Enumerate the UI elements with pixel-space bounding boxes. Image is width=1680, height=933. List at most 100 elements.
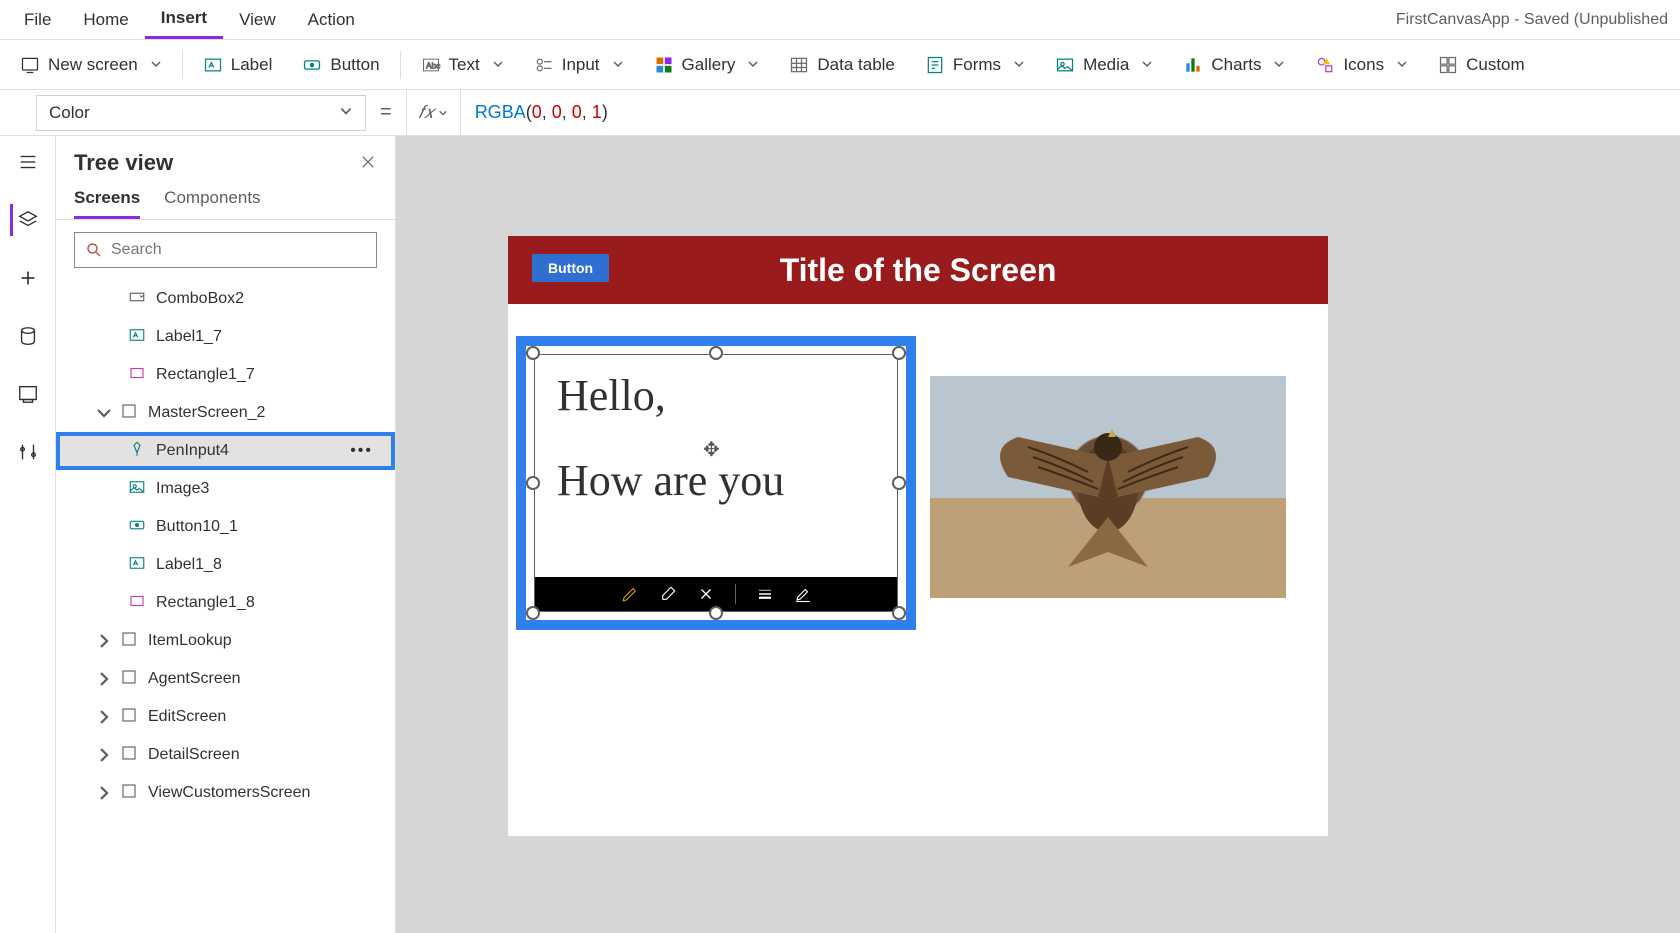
- menu-home[interactable]: Home: [67, 0, 144, 39]
- table-icon: [789, 55, 809, 75]
- data-table-button[interactable]: Data table: [775, 45, 909, 85]
- tree-item-label: PenInput4: [156, 442, 229, 460]
- tree-item-label1_8[interactable]: Label1_8: [56, 546, 395, 584]
- rail-data[interactable]: [12, 320, 44, 352]
- chevron-right-icon[interactable]: [98, 670, 110, 688]
- tree-item-viewcustomersscreen[interactable]: ViewCustomersScreen: [56, 774, 395, 812]
- falcon-image: [958, 387, 1258, 587]
- tree-item-label: DetailScreen: [148, 746, 240, 764]
- rail-insert[interactable]: [12, 262, 44, 294]
- screen-icon: [120, 744, 138, 767]
- tree-item-rectangle1_7[interactable]: Rectangle1_7: [56, 356, 395, 394]
- more-icon[interactable]: •••: [350, 442, 373, 460]
- tree-item-label1_7[interactable]: Label1_7: [56, 318, 395, 356]
- fx-button[interactable]: 𝑓𝑥: [407, 90, 461, 135]
- label-button[interactable]: Label: [189, 45, 287, 85]
- tree-search[interactable]: [74, 232, 377, 268]
- screen-icon: [120, 668, 138, 691]
- design-surface[interactable]: Button Title of the Screen Hello, How ar…: [508, 236, 1328, 836]
- image-control[interactable]: [930, 376, 1286, 598]
- label-icon: [128, 326, 146, 349]
- tab-screens[interactable]: Screens: [74, 188, 140, 219]
- pen-erase-icon[interactable]: [659, 585, 677, 603]
- tree-item-label: ViewCustomersScreen: [148, 784, 310, 802]
- tree-item-label: Label1_8: [156, 556, 222, 574]
- media-dropdown[interactable]: Media: [1041, 45, 1167, 85]
- canvas[interactable]: Button Title of the Screen Hello, How ar…: [396, 136, 1680, 933]
- peninput-control-selected[interactable]: Hello, How are you ✥: [516, 336, 916, 630]
- rail-hamburger[interactable]: [12, 146, 44, 178]
- ink-text-1: Hello,: [557, 373, 666, 419]
- property-selector[interactable]: Color: [36, 95, 366, 131]
- button-button[interactable]: Button: [288, 45, 393, 85]
- forms-dropdown[interactable]: Forms: [911, 45, 1039, 85]
- text-dropdown[interactable]: Abc Text: [407, 45, 518, 85]
- tree-item-label: Label1_7: [156, 328, 222, 346]
- custom-dropdown[interactable]: Custom: [1424, 45, 1539, 85]
- resize-handle[interactable]: [892, 476, 906, 490]
- resize-handle[interactable]: [709, 346, 723, 360]
- pen-color-icon[interactable]: [794, 585, 812, 603]
- new-screen-button[interactable]: New screen: [6, 45, 176, 85]
- input-icon: [534, 55, 554, 75]
- chevron-right-icon[interactable]: [98, 746, 110, 764]
- chevron-right-icon[interactable]: [98, 632, 110, 650]
- ink-text-2: How are you: [557, 455, 784, 506]
- tree-item-detailscreen[interactable]: DetailScreen: [56, 736, 395, 774]
- equals-sign: =: [366, 101, 406, 124]
- search-input[interactable]: [111, 241, 366, 259]
- tree-item-label: EditScreen: [148, 708, 226, 726]
- screen-header: Button Title of the Screen: [508, 236, 1328, 304]
- tree-item-combobox2[interactable]: ComboBox2: [56, 280, 395, 318]
- rail-advanced[interactable]: [12, 436, 44, 468]
- tree-item-itemlookup[interactable]: ItemLookup: [56, 622, 395, 660]
- resize-handle[interactable]: [892, 346, 906, 360]
- rail-treeview[interactable]: [10, 204, 42, 236]
- resize-handle[interactable]: [526, 476, 540, 490]
- image-icon: [128, 478, 146, 501]
- resize-handle[interactable]: [709, 606, 723, 620]
- screen-icon: [120, 782, 138, 805]
- close-icon[interactable]: [359, 153, 377, 174]
- pen-clear-icon[interactable]: [697, 585, 715, 603]
- screen-icon: [120, 402, 138, 425]
- menu-view[interactable]: View: [223, 0, 292, 39]
- chevron-down-icon: [1013, 55, 1025, 75]
- screen-icon: [120, 630, 138, 653]
- tree-item-agentscreen[interactable]: AgentScreen: [56, 660, 395, 698]
- menu-action[interactable]: Action: [292, 0, 371, 39]
- chevron-right-icon[interactable]: [98, 708, 110, 726]
- input-dropdown[interactable]: Input: [520, 45, 638, 85]
- formula-input[interactable]: RGBA(0, 0, 0, 1): [461, 102, 622, 123]
- chevron-down-icon: [150, 55, 162, 75]
- label-icon: [128, 554, 146, 577]
- screen-icon: [120, 706, 138, 729]
- icons-dropdown[interactable]: Icons: [1301, 45, 1422, 85]
- tree-item-rectangle1_8[interactable]: Rectangle1_8: [56, 584, 395, 622]
- resize-handle[interactable]: [892, 606, 906, 620]
- chevron-right-icon[interactable]: [98, 784, 110, 802]
- header-button[interactable]: Button: [532, 254, 609, 282]
- move-cursor-icon: ✥: [703, 437, 720, 462]
- app-title: FirstCanvasApp - Saved (Unpublished: [1396, 11, 1672, 29]
- rail-media[interactable]: [12, 378, 44, 410]
- charts-dropdown[interactable]: Charts: [1169, 45, 1299, 85]
- menu-file[interactable]: File: [8, 0, 67, 39]
- pen-thickness-icon[interactable]: [756, 585, 774, 603]
- tree-item-button10_1[interactable]: Button10_1: [56, 508, 395, 546]
- tree-item-image3[interactable]: Image3: [56, 470, 395, 508]
- tab-components[interactable]: Components: [164, 188, 260, 219]
- gallery-dropdown[interactable]: Gallery: [640, 45, 774, 85]
- formula-bar: Color = 𝑓𝑥 RGBA(0, 0, 0, 1): [0, 90, 1680, 136]
- chevron-down-icon[interactable]: [98, 404, 110, 422]
- chevron-down-icon: [747, 55, 759, 75]
- titlebar: File Home Insert View Action FirstCanvas…: [0, 0, 1680, 40]
- resize-handle[interactable]: [526, 346, 540, 360]
- pen-draw-icon[interactable]: [621, 585, 639, 603]
- menu-insert[interactable]: Insert: [145, 0, 223, 39]
- tree-item-editscreen[interactable]: EditScreen: [56, 698, 395, 736]
- tree-item-peninput4[interactable]: PenInput4 •••: [56, 432, 395, 470]
- tree-item-label: Rectangle1_7: [156, 366, 255, 384]
- tree-item-masterscreen_2[interactable]: MasterScreen_2: [56, 394, 395, 432]
- resize-handle[interactable]: [526, 606, 540, 620]
